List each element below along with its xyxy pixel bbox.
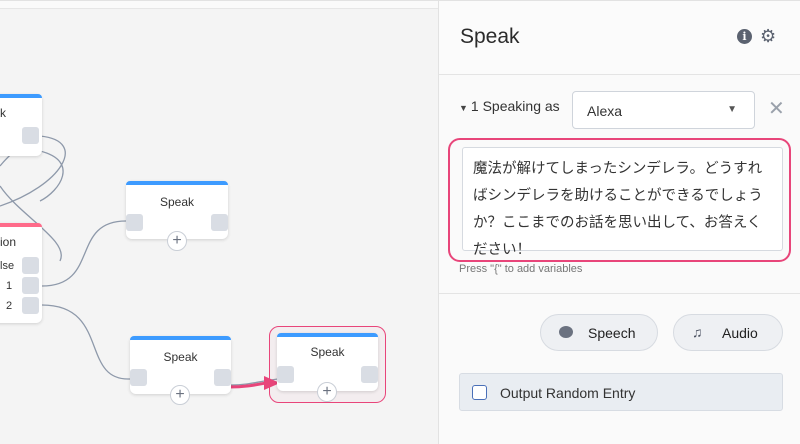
node-title: ak (0, 106, 6, 120)
music-note-icon: ♫ (692, 324, 703, 340)
add-step-button[interactable]: + (317, 382, 337, 402)
wire (41, 220, 127, 287)
add-step-button[interactable]: + (170, 385, 190, 405)
path-label-else: lse (0, 260, 15, 272)
node-color-bar (126, 181, 228, 185)
divider (439, 293, 800, 294)
audio-button-label: Audio (722, 325, 758, 341)
speaking-as-label: 1 Speaking as (470, 98, 560, 114)
output-port-2[interactable] (22, 297, 39, 314)
partial-speak-node[interactable]: ak (0, 94, 42, 156)
node-title: ion (0, 235, 16, 249)
chevron-down-icon: ▼ (727, 104, 737, 115)
speech-text-highlight: 魔法が解けてしまったシンデレラ。どうすればシンデレラを助けることができるでしょう… (448, 138, 791, 262)
add-audio-button[interactable]: ♫ Audio (673, 314, 783, 351)
condition-node[interactable]: ion lse 1 2 (0, 223, 42, 323)
node-color-bar (0, 223, 42, 227)
input-port[interactable] (277, 366, 294, 383)
output-port[interactable] (22, 127, 39, 144)
panel-header: Speak i ⚙ (439, 1, 800, 75)
wire (41, 304, 131, 380)
input-port[interactable] (126, 214, 143, 231)
node-title: Speak (163, 350, 198, 364)
caret-down-icon: ▼ (459, 103, 468, 113)
wire (39, 150, 64, 202)
speak-node-selected[interactable]: Speak + (277, 333, 378, 402)
speak-node[interactable]: Speak + (130, 336, 231, 405)
output-port-else[interactable] (22, 257, 39, 274)
add-speech-button[interactable]: Speech (540, 314, 658, 351)
panel-title: Speak (460, 25, 520, 48)
close-icon[interactable]: ✕ (768, 99, 785, 119)
editor-panel: Speak i ⚙ ▼ 1 Speaking as Alexa ▼ ✕ 魔法が解け… (438, 0, 800, 444)
random-entry-checkbox[interactable] (472, 385, 487, 400)
speech-bubble-icon (559, 324, 573, 340)
info-icon[interactable]: i (737, 29, 752, 44)
voice-select[interactable]: Alexa ▼ (572, 91, 755, 129)
node-color-bar (0, 94, 42, 98)
path-label-1: 1 (6, 280, 13, 292)
speaking-as-toggle[interactable]: ▼ 1 Speaking as (459, 98, 560, 114)
output-port-1[interactable] (22, 277, 39, 294)
input-port[interactable] (130, 369, 147, 386)
output-port[interactable] (361, 366, 378, 383)
node-title: Speak (159, 195, 195, 209)
speech-button-label: Speech (588, 325, 636, 341)
node-color-bar (130, 336, 231, 340)
random-entry-label: Output Random Entry (500, 385, 636, 401)
add-step-button[interactable]: + (167, 231, 187, 251)
flow-canvas[interactable]: ak ion lse 1 2 Speak + Speak + Speak + (0, 0, 438, 444)
speech-text-input[interactable]: 魔法が解けてしまったシンデレラ。どうすればシンデレラを助けることができるでしょう… (462, 147, 783, 258)
gear-icon[interactable]: ⚙ (760, 26, 776, 46)
output-port[interactable] (214, 369, 231, 386)
output-random-entry-option[interactable]: Output Random Entry (459, 373, 783, 411)
variables-hint: Press "{" to add variables (459, 263, 583, 275)
speak-node[interactable]: Speak + (126, 181, 228, 251)
output-port[interactable] (211, 214, 228, 231)
path-label-2: 2 (6, 300, 13, 312)
node-title: Speak (310, 345, 345, 359)
voice-select-value: Alexa (587, 103, 623, 119)
node-color-bar (277, 333, 378, 337)
